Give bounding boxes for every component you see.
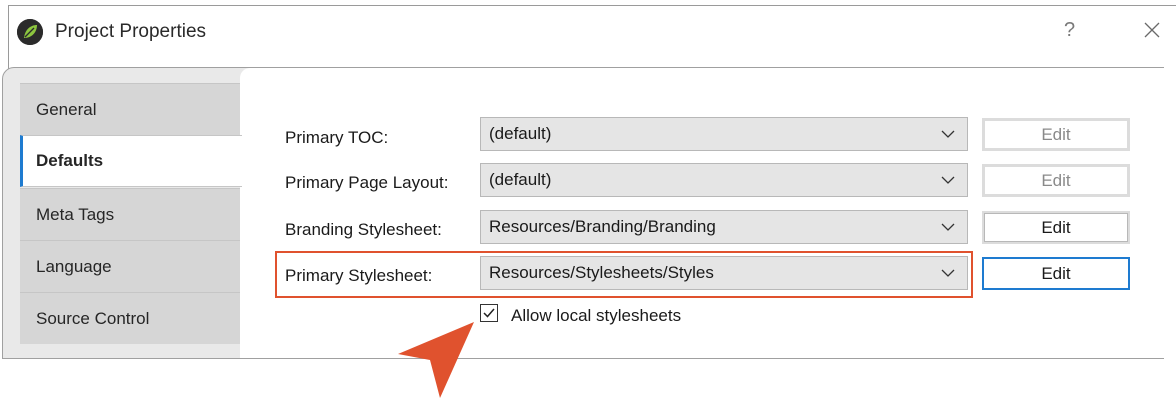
allow-local-stylesheets-checkbox[interactable] xyxy=(480,304,498,322)
tab-source-control[interactable]: Source Control xyxy=(20,292,240,344)
button-label: Edit xyxy=(1041,263,1071,283)
branding-stylesheet-select[interactable]: Resources/Branding/Branding xyxy=(480,210,968,244)
select-value: Resources/Stylesheets/Styles xyxy=(489,263,714,282)
primary-stylesheet-edit-button[interactable]: Edit xyxy=(982,257,1130,290)
primary-stylesheet-label: Primary Stylesheet: xyxy=(285,266,433,285)
button-label: Edit xyxy=(1041,217,1071,237)
allow-local-stylesheets-label: Allow local stylesheets xyxy=(511,306,682,325)
primary-page-layout-label: Primary Page Layout: xyxy=(285,173,449,192)
flare-leaf-icon xyxy=(17,19,43,45)
dialog-title: Project Properties xyxy=(55,21,207,42)
branding-stylesheet-label: Branding Stylesheet: xyxy=(285,220,442,239)
tab-meta-tags[interactable]: Meta Tags xyxy=(20,188,240,240)
button-label: Edit xyxy=(1041,124,1071,144)
help-button[interactable]: ? xyxy=(1064,19,1075,42)
tab-label: Defaults xyxy=(36,151,104,170)
tab-label: General xyxy=(36,99,97,119)
close-button[interactable] xyxy=(1137,12,1167,42)
branding-stylesheet-edit-button[interactable]: Edit xyxy=(982,211,1130,244)
select-value: Resources/Branding/Branding xyxy=(489,217,716,236)
select-value: (default) xyxy=(489,124,552,143)
pointer-arrow-icon xyxy=(398,322,474,398)
tab-label: Source Control xyxy=(36,308,150,328)
primary-toc-label: Primary TOC: xyxy=(285,128,389,147)
tab-general[interactable]: General xyxy=(20,83,240,135)
primary-toc-edit-button[interactable]: Edit xyxy=(982,118,1130,151)
select-value: (default) xyxy=(489,170,552,189)
checkmark-icon xyxy=(483,308,495,318)
chevron-down-icon xyxy=(941,269,955,277)
chevron-down-icon xyxy=(941,223,955,231)
tab-defaults[interactable]: Defaults xyxy=(20,135,242,187)
chevron-down-icon xyxy=(941,130,955,138)
tab-label: Language xyxy=(36,256,112,276)
tab-list: General Defaults Meta Tags Language Sour… xyxy=(20,68,242,344)
tab-language[interactable]: Language xyxy=(20,240,240,292)
primary-toc-select[interactable]: (default) xyxy=(480,117,968,151)
primary-page-layout-select[interactable]: (default) xyxy=(480,163,968,197)
close-icon xyxy=(1144,22,1160,38)
chevron-down-icon xyxy=(941,176,955,184)
primary-page-layout-edit-button[interactable]: Edit xyxy=(982,164,1130,197)
primary-stylesheet-select[interactable]: Resources/Stylesheets/Styles xyxy=(480,256,968,290)
button-label: Edit xyxy=(1041,170,1071,190)
title-bar: Project Properties ? xyxy=(9,6,1176,58)
tab-label: Meta Tags xyxy=(36,204,115,224)
